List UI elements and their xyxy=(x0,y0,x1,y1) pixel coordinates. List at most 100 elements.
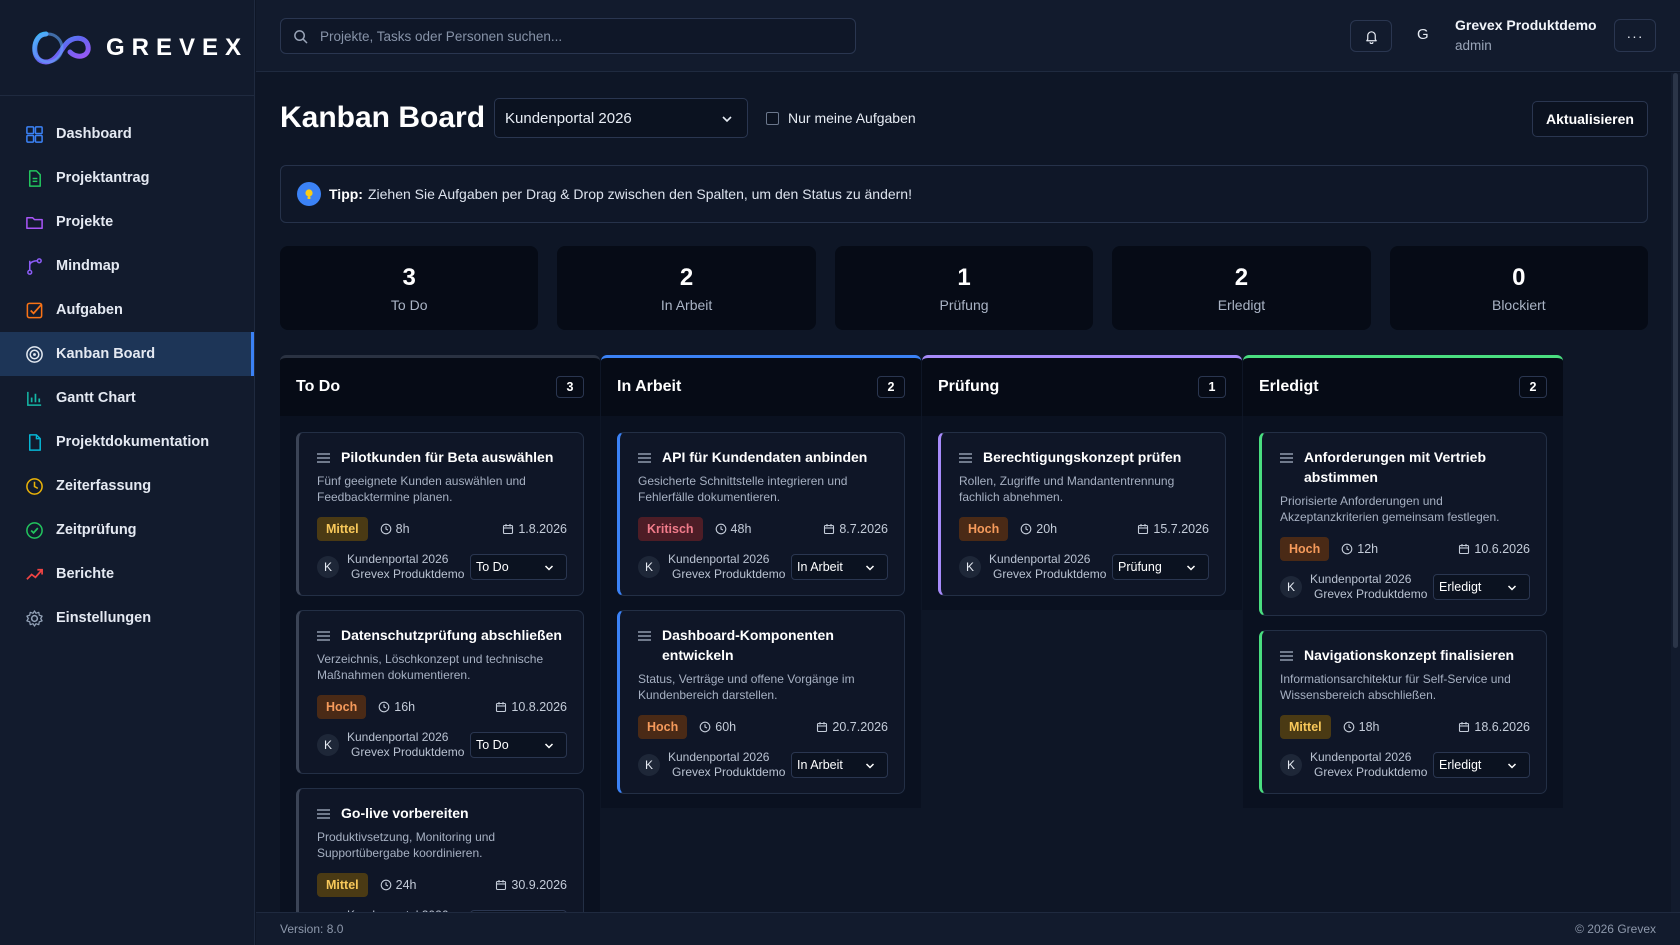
estimate-hours: 16h xyxy=(394,700,416,714)
status-select-value: Erledigt xyxy=(1439,758,1482,772)
scrollbar[interactable] xyxy=(1671,73,1680,912)
search-box[interactable] xyxy=(280,18,856,54)
task-card[interactable]: Berechtigungskonzept prüfen Rollen, Zugr… xyxy=(938,432,1226,596)
column-body[interactable]: Berechtigungskonzept prüfen Rollen, Zugr… xyxy=(922,416,1242,610)
notifications-button[interactable] xyxy=(1350,20,1392,52)
topbar: G Grevex Produktdemo admin ··· xyxy=(256,0,1680,72)
sidebar: GREVEX Dashboard Projektantrag Projekte … xyxy=(0,0,255,945)
drag-handle-icon[interactable] xyxy=(317,809,331,819)
sidebar-item-einstellungen[interactable]: Einstellungen xyxy=(0,596,254,640)
drag-handle-icon[interactable] xyxy=(959,453,973,463)
bell-icon xyxy=(1365,30,1377,44)
due-date: 8.7.2026 xyxy=(823,522,888,536)
task-card[interactable]: Go-live vorbereiten Produktivsetzung, Mo… xyxy=(296,788,584,912)
infinity-logo-icon xyxy=(32,31,91,65)
column-title: In Arbeit xyxy=(617,378,682,395)
sidebar-item-kanban-board[interactable]: Kanban Board xyxy=(0,332,254,376)
status-select[interactable]: In Arbeit xyxy=(791,554,888,580)
estimate: 16h xyxy=(378,700,415,714)
task-owner-info: Kundenportal 2026 Grevex Produktdemo xyxy=(668,750,790,780)
task-card[interactable]: Anforderungen mit Vertrieb abstimmen Pri… xyxy=(1259,432,1547,616)
sidebar-item-label: Berichte xyxy=(56,566,115,582)
sidebar-item-berichte[interactable]: Berichte xyxy=(0,552,254,596)
user-avatar[interactable]: G xyxy=(1417,26,1429,43)
checkbox-icon xyxy=(24,300,44,320)
file-icon xyxy=(24,432,44,452)
column-body[interactable]: API für Kundendaten anbinden Gesicherte … xyxy=(601,416,921,808)
sidebar-item-gantt-chart[interactable]: Gantt Chart xyxy=(0,376,254,420)
stats-row: 3 To Do 2 In Arbeit 1 Prüfung 2 Erledigt 0 B… xyxy=(280,246,1649,330)
stat-value: 1 xyxy=(957,263,971,291)
sidebar-item-projekte[interactable]: Projekte xyxy=(0,200,254,244)
document-icon xyxy=(24,168,44,188)
scrollbar-thumb[interactable] xyxy=(1673,73,1678,648)
task-card[interactable]: Datenschutzprüfung abschließen Verzeichn… xyxy=(296,610,584,774)
sidebar-item-label: Zeiterfassung xyxy=(56,478,152,494)
kanban-column[interactable]: To Do 3 Pilotkunden für Beta auswählen F… xyxy=(280,355,600,912)
estimate-hours: 60h xyxy=(715,720,737,734)
calendar-icon xyxy=(1458,721,1474,733)
status-select[interactable]: In Arbeit xyxy=(791,752,888,778)
column-header: Erledigt 2 xyxy=(1243,358,1563,416)
more-menu-button[interactable]: ··· xyxy=(1614,19,1656,52)
project-avatar: K xyxy=(1280,576,1302,598)
version-label: Version: 8.0 xyxy=(280,922,344,936)
sidebar-item-dashboard[interactable]: Dashboard xyxy=(0,112,254,156)
task-card[interactable]: Pilotkunden für Beta auswählen Fünf geei… xyxy=(296,432,584,596)
stat-value: 3 xyxy=(402,263,416,291)
sidebar-item-mindmap[interactable]: Mindmap xyxy=(0,244,254,288)
drag-handle-icon[interactable] xyxy=(638,631,652,641)
drag-handle-icon[interactable] xyxy=(1280,453,1294,463)
status-select[interactable]: Prüfung xyxy=(1112,554,1209,580)
project-avatar: K xyxy=(959,556,981,578)
sidebar-item-label: Mindmap xyxy=(56,258,120,274)
drag-handle-icon[interactable] xyxy=(1280,651,1294,661)
drag-handle-icon[interactable] xyxy=(317,453,331,463)
logo[interactable]: GREVEX xyxy=(0,0,254,96)
column-body[interactable]: Anforderungen mit Vertrieb abstimmen Pri… xyxy=(1243,416,1563,808)
clock-icon xyxy=(380,879,396,891)
sidebar-item-label: Projektdokumentation xyxy=(56,434,210,450)
sidebar-item-zeiterfassung[interactable]: Zeiterfassung xyxy=(0,464,254,508)
project-select[interactable]: Kundenportal 2026 xyxy=(494,98,748,138)
status-select-value: In Arbeit xyxy=(797,560,843,574)
priority-badge: Hoch xyxy=(959,517,1009,541)
drag-handle-icon[interactable] xyxy=(317,631,331,641)
drag-handle-icon[interactable] xyxy=(638,453,652,463)
sidebar-nav: Dashboard Projektantrag Projekte Mindmap… xyxy=(0,96,254,640)
clock-icon xyxy=(1020,523,1036,535)
status-select[interactable]: To Do xyxy=(470,732,567,758)
task-project: Kundenportal 2026 xyxy=(668,552,770,566)
only-mine-checkbox[interactable] xyxy=(766,111,779,125)
refresh-button[interactable]: Aktualisieren xyxy=(1532,101,1648,137)
column-body[interactable]: Pilotkunden für Beta auswählen Fünf geei… xyxy=(280,416,600,912)
due-date-value: 10.6.2026 xyxy=(1474,542,1530,556)
only-mine-toggle[interactable]: Nur meine Aufgaben xyxy=(766,110,916,126)
task-owner-info: Kundenportal 2026 Grevex Produktdemo xyxy=(668,552,790,582)
tip-text: Ziehen Sie Aufgaben per Drag & Drop zwis… xyxy=(367,186,912,202)
page-title: Kanban Board xyxy=(280,101,486,134)
status-select[interactable]: Erledigt xyxy=(1433,574,1530,600)
estimate: 8h xyxy=(380,522,410,536)
task-card[interactable]: Navigationskonzept finalisieren Informat… xyxy=(1259,630,1547,794)
kanban-column[interactable]: Erledigt 2 Anforderungen mit Vertrieb ab… xyxy=(1243,355,1563,808)
search-input[interactable] xyxy=(320,28,840,44)
sidebar-item-projektantrag[interactable]: Projektantrag xyxy=(0,156,254,200)
status-select[interactable]: Erledigt xyxy=(1433,752,1530,778)
task-owner: Grevex Produktdemo xyxy=(993,567,1107,581)
sidebar-item-aufgaben[interactable]: Aufgaben xyxy=(0,288,254,332)
status-select[interactable]: To Do xyxy=(470,554,567,580)
clock-icon xyxy=(1343,721,1359,733)
sidebar-item-zeitprüfung[interactable]: Zeitprüfung xyxy=(0,508,254,552)
kanban-column[interactable]: In Arbeit 2 API für Kundendaten anbinden… xyxy=(601,355,921,808)
kanban-column[interactable]: Prüfung 1 Berechtigungskonzept prüfen Ro… xyxy=(922,355,1242,610)
due-date: 1.8.2026 xyxy=(502,522,567,536)
sidebar-item-projektdokumentation[interactable]: Projektdokumentation xyxy=(0,420,254,464)
task-card[interactable]: API für Kundendaten anbinden Gesicherte … xyxy=(617,432,905,596)
column-count: 2 xyxy=(1519,376,1547,398)
column-title: Prüfung xyxy=(938,378,1000,395)
stat-label: To Do xyxy=(390,296,428,313)
task-owner-info: Kundenportal 2026 Grevex Produktdemo xyxy=(989,552,1111,582)
task-card[interactable]: Dashboard-Komponenten entwickeln Status,… xyxy=(617,610,905,794)
due-date: 18.6.2026 xyxy=(1458,720,1530,734)
